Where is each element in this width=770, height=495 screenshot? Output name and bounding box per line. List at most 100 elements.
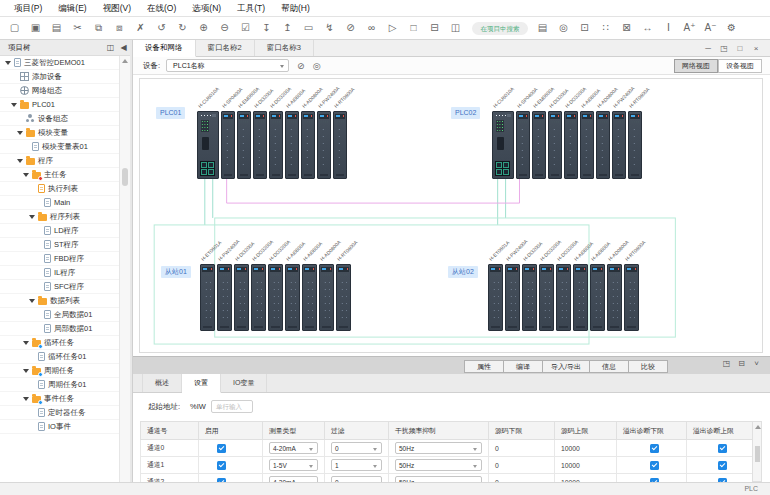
save-icon[interactable]: ▤ bbox=[50, 18, 63, 38]
io-module[interactable] bbox=[539, 264, 554, 331]
settings-icon[interactable]: ⚙ bbox=[725, 18, 738, 38]
run-icon[interactable]: ▷ bbox=[386, 18, 399, 38]
io-module[interactable] bbox=[302, 264, 317, 331]
tree-item-LD程序[interactable]: LD程序 bbox=[0, 224, 119, 238]
action-button-属性[interactable]: 属性 bbox=[464, 360, 504, 373]
io-module[interactable] bbox=[596, 111, 610, 179]
split-vertical-icon[interactable]: ◫ bbox=[449, 18, 462, 38]
tree-item-全局数据01[interactable]: 全局数据01 bbox=[0, 308, 119, 322]
rack-label-从站02[interactable]: 从站02 bbox=[448, 266, 478, 278]
tree-item-IO事件[interactable]: IO事件 bbox=[0, 420, 119, 434]
disable-circle-icon[interactable]: ⊘ bbox=[297, 61, 305, 71]
tree-item-事件任务[interactable]: 事件任务 bbox=[0, 392, 119, 406]
tree-item-循环任务01[interactable]: 循环任务01 bbox=[0, 350, 119, 364]
io-module[interactable] bbox=[564, 111, 578, 179]
tree-item-添加设备[interactable]: 添加设备 bbox=[0, 70, 119, 84]
expand-caret-icon[interactable] bbox=[23, 173, 29, 177]
io-module[interactable] bbox=[505, 264, 520, 331]
expand-caret-icon[interactable] bbox=[17, 159, 23, 163]
tree-item-数据列表[interactable]: 数据列表 bbox=[0, 294, 119, 308]
tree-item-主任务[interactable]: 主任务 bbox=[0, 168, 119, 182]
cursor-icon[interactable]: Ⅰ bbox=[662, 18, 675, 38]
io-module[interactable] bbox=[607, 264, 622, 331]
redo-icon[interactable]: ↻ bbox=[176, 18, 189, 38]
dropdown-select[interactable]: 0 bbox=[331, 442, 382, 454]
collapse-icon[interactable]: ˅ bbox=[749, 359, 764, 368]
io-module[interactable] bbox=[488, 264, 503, 331]
bottom-tab-概述[interactable]: 概述 bbox=[142, 374, 182, 392]
tree-scrollbar[interactable] bbox=[119, 56, 130, 482]
width-icon[interactable]: ↔ bbox=[641, 18, 654, 38]
io-module[interactable] bbox=[333, 111, 347, 179]
pin-panel-icon[interactable]: ◫ bbox=[104, 43, 117, 52]
io-module[interactable] bbox=[590, 264, 605, 331]
expand-caret-icon[interactable] bbox=[11, 103, 17, 107]
tree-item-执行列表[interactable]: 执行列表 bbox=[0, 182, 119, 196]
io-module[interactable] bbox=[253, 111, 267, 179]
checkbox-checked[interactable] bbox=[217, 461, 226, 470]
expand-caret-icon[interactable] bbox=[17, 131, 23, 135]
tree-item-Main[interactable]: Main bbox=[0, 196, 119, 210]
tree-item-三菱智控DEMO01[interactable]: 三菱智控DEMO01 bbox=[0, 56, 119, 70]
menu-在线O[interactable]: 在线(O) bbox=[139, 0, 184, 16]
io-module[interactable] bbox=[319, 264, 334, 331]
collapse-panel-icon[interactable]: ◀ bbox=[117, 43, 130, 52]
scroll-up-icon[interactable] bbox=[755, 425, 761, 429]
expand-caret-icon[interactable] bbox=[23, 369, 29, 373]
tree-item-模块变量[interactable]: 模块变量 bbox=[0, 126, 119, 140]
stop-icon[interactable]: □ bbox=[407, 18, 420, 38]
split-horizontal-icon[interactable]: ⊟ bbox=[428, 18, 441, 38]
io-module[interactable] bbox=[573, 264, 588, 331]
io-module[interactable] bbox=[516, 111, 530, 179]
font-decrease-icon[interactable]: A⁻ bbox=[704, 18, 717, 38]
io-module[interactable] bbox=[285, 111, 299, 179]
find-icon[interactable]: ∞ bbox=[365, 18, 378, 38]
tree-item-网络组态[interactable]: 网络组态 bbox=[0, 84, 119, 98]
dot-square-icon[interactable]: ⊡ bbox=[578, 18, 591, 38]
monitor-icon[interactable]: ▭ bbox=[302, 18, 315, 38]
new-file-icon[interactable]: ▢ bbox=[8, 18, 21, 38]
io-module[interactable] bbox=[548, 111, 562, 179]
io-module[interactable] bbox=[317, 111, 331, 179]
menu-编辑E[interactable]: 编辑(E) bbox=[50, 0, 94, 16]
action-button-编译[interactable]: 编译 bbox=[503, 360, 543, 373]
view-button-网络视图[interactable]: 网络视图 bbox=[674, 59, 718, 73]
rack-label-PLC01[interactable]: PLC01 bbox=[156, 107, 185, 119]
checklist-icon[interactable]: ☑ bbox=[239, 18, 252, 38]
close-icon[interactable]: × bbox=[748, 44, 764, 53]
io-module[interactable] bbox=[285, 264, 300, 331]
io-module[interactable] bbox=[221, 111, 235, 179]
tree-item-设备组态[interactable]: 设备组态 bbox=[0, 112, 119, 126]
io-module[interactable] bbox=[269, 111, 283, 179]
io-module[interactable] bbox=[268, 264, 283, 331]
copy-icon[interactable]: ⧉ bbox=[92, 18, 105, 38]
tree-item-ST程序[interactable]: ST程序 bbox=[0, 238, 119, 252]
tree-item-模块变量表01[interactable]: 模块变量表01 bbox=[0, 140, 119, 154]
io-module[interactable] bbox=[580, 111, 594, 179]
io-module[interactable] bbox=[522, 264, 537, 331]
io-module[interactable] bbox=[556, 264, 571, 331]
dropdown-select[interactable]: 1 bbox=[331, 459, 382, 471]
table-scrollbar[interactable] bbox=[752, 421, 762, 482]
menu-工具T[interactable]: 工具(T) bbox=[229, 0, 273, 16]
undo-icon[interactable]: ↺ bbox=[155, 18, 168, 38]
check-circle-icon[interactable]: ◎ bbox=[557, 18, 570, 38]
cut-icon[interactable]: ✂ bbox=[71, 18, 84, 38]
maximize-icon[interactable]: □ bbox=[732, 44, 748, 53]
checkbox-checked[interactable] bbox=[650, 461, 659, 470]
target-circle-icon[interactable]: ◎ bbox=[313, 61, 321, 71]
expand-caret-icon[interactable] bbox=[29, 299, 35, 303]
zoom-in-icon[interactable]: ⊕ bbox=[197, 18, 210, 38]
dropdown-select[interactable]: 4-20mA bbox=[269, 442, 318, 454]
io-module[interactable] bbox=[336, 264, 351, 331]
menu-项目P[interactable]: 项目(P) bbox=[6, 0, 50, 16]
menu-选项N[interactable]: 选项(N) bbox=[184, 0, 229, 16]
action-button-比较[interactable]: 比较 bbox=[628, 360, 668, 373]
tree-item-定时器任务[interactable]: 定时器任务 bbox=[0, 406, 119, 420]
rack-label-从站01[interactable]: 从站01 bbox=[161, 266, 191, 278]
io-module[interactable] bbox=[624, 264, 639, 331]
upload-icon[interactable]: ↥ bbox=[281, 18, 294, 38]
expand-caret-icon[interactable] bbox=[23, 397, 29, 401]
scroll-up-icon[interactable] bbox=[122, 59, 128, 63]
io-module[interactable] bbox=[217, 264, 232, 331]
